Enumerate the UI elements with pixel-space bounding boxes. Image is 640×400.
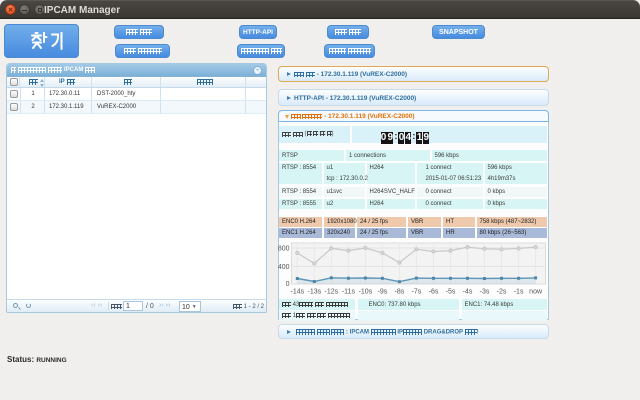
svg-text:400: 400	[278, 264, 290, 271]
svg-text:-4s: -4s	[463, 289, 473, 296]
svg-text:0: 0	[286, 281, 290, 288]
svg-text:-5s: -5s	[446, 289, 456, 296]
svg-text:-11s: -11s	[342, 289, 356, 296]
svg-text:-12s: -12s	[324, 289, 338, 296]
svg-text:-2s: -2s	[497, 289, 507, 296]
svg-text:now: now	[529, 289, 543, 296]
svg-text:-14s: -14s	[290, 289, 304, 296]
svg-text:-6s: -6s	[429, 289, 439, 296]
svg-text:-7s: -7s	[412, 289, 422, 296]
svg-text:800: 800	[278, 246, 290, 253]
svg-text:-3s: -3s	[480, 289, 490, 296]
svg-text:-8s: -8s	[395, 289, 405, 296]
svg-text:-9s: -9s	[378, 289, 388, 296]
svg-text:-13s: -13s	[307, 289, 321, 296]
svg-text:-1s: -1s	[514, 289, 524, 296]
svg-text:-10s: -10s	[359, 289, 373, 296]
